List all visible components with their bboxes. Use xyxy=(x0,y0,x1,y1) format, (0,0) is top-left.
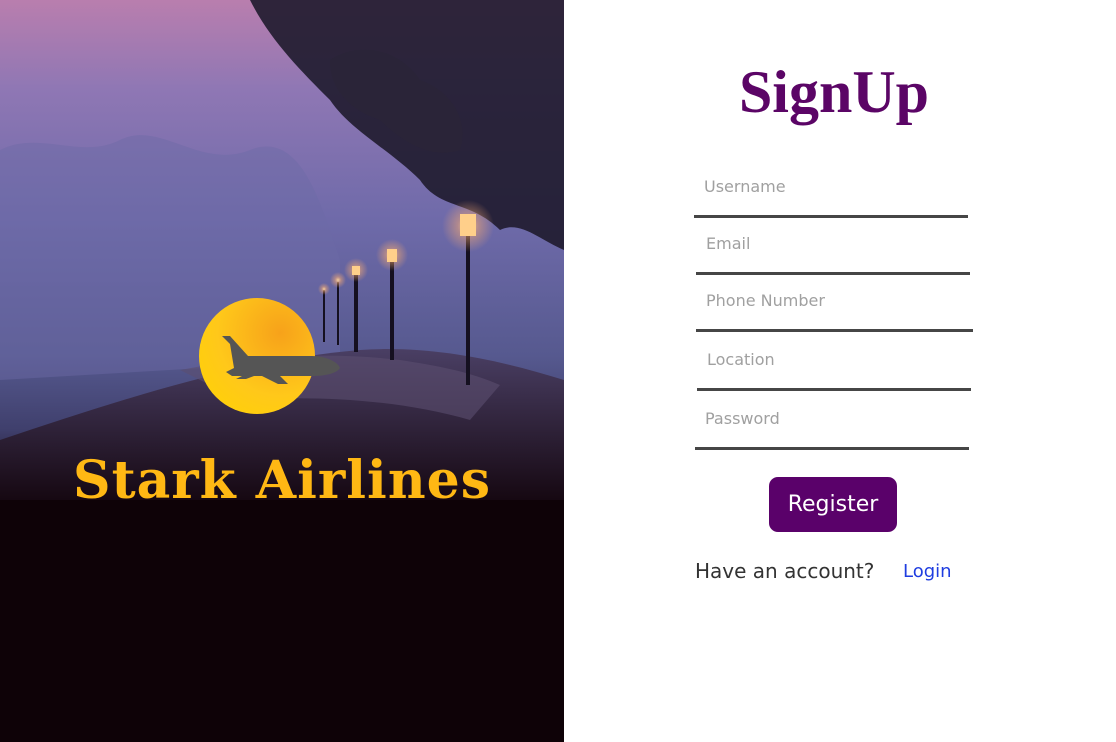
airplane-icon xyxy=(222,336,340,384)
hero-panel: Stark Airlines xyxy=(0,0,564,742)
location-input[interactable] xyxy=(697,347,971,391)
brand-name: Stark Airlines xyxy=(73,450,491,511)
page-title: SignUp xyxy=(738,59,930,125)
email-input[interactable] xyxy=(696,231,970,275)
have-account-text: Have an account? xyxy=(695,559,875,583)
register-button[interactable]: Register xyxy=(769,477,897,532)
username-input[interactable] xyxy=(694,174,968,218)
username-field xyxy=(694,174,968,218)
phone-field xyxy=(696,288,973,332)
password-field xyxy=(695,406,969,450)
login-link[interactable]: Login xyxy=(903,561,952,582)
email-field xyxy=(696,231,970,275)
location-field xyxy=(697,347,971,391)
phone-input[interactable] xyxy=(696,288,973,332)
password-input[interactable] xyxy=(695,406,969,450)
